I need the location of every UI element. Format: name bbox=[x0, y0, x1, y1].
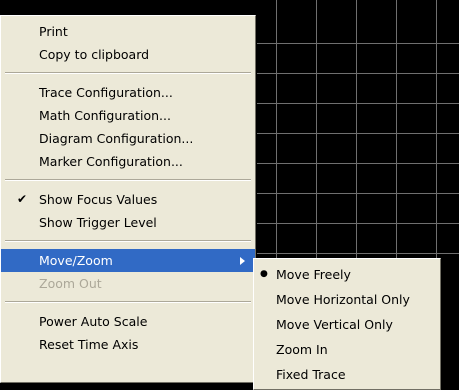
menu-item-label: Diagram Configuration... bbox=[39, 131, 194, 146]
menu-item-label: Show Focus Values bbox=[39, 192, 158, 207]
menu-item-label: Reset Time Axis bbox=[39, 337, 139, 352]
menu-item-label: Copy to clipboard bbox=[39, 47, 150, 62]
submenu-item-move-horizontal-only[interactable]: Move Horizontal Only bbox=[254, 287, 440, 312]
submenu-arrow-icon bbox=[240, 257, 245, 265]
submenu-item-label: Move Vertical Only bbox=[276, 317, 393, 332]
menu-item-math-configuration[interactable]: Math Configuration... bbox=[1, 104, 255, 127]
menu-item-label: Move/Zoom bbox=[39, 253, 113, 268]
menu-item-diagram-configuration[interactable]: Diagram Configuration... bbox=[1, 127, 255, 150]
menu-item-show-trigger-level[interactable]: Show Trigger Level bbox=[1, 211, 255, 234]
submenu-item-label: Move Freely bbox=[276, 267, 351, 282]
submenu-item-label: Fixed Trace bbox=[276, 367, 346, 382]
menu-item-show-focus-values[interactable]: ✔ Show Focus Values bbox=[1, 188, 255, 211]
menu-item-reset-time-axis[interactable]: Reset Time Axis bbox=[1, 333, 255, 356]
menu-item-power-auto-scale[interactable]: Power Auto Scale bbox=[1, 310, 255, 333]
menu-item-label: Power Auto Scale bbox=[39, 314, 148, 329]
menu-item-copy-to-clipboard[interactable]: Copy to clipboard bbox=[1, 43, 255, 66]
menu-item-label: Math Configuration... bbox=[39, 108, 171, 123]
menu-separator bbox=[5, 72, 251, 74]
menu-item-label: Zoom Out bbox=[39, 276, 102, 291]
menu-item-zoom-out: Zoom Out bbox=[1, 272, 255, 295]
move-zoom-submenu: ● Move Freely Move Horizontal Only Move Ver… bbox=[253, 258, 441, 390]
submenu-item-fixed-trace[interactable]: Fixed Trace bbox=[254, 362, 440, 387]
menu-separator bbox=[5, 240, 251, 242]
submenu-item-label: Move Horizontal Only bbox=[276, 292, 410, 307]
submenu-item-move-freely[interactable]: ● Move Freely bbox=[254, 262, 440, 287]
menu-separator bbox=[5, 179, 251, 181]
radio-bullet-icon: ● bbox=[260, 269, 268, 279]
menu-item-label: Marker Configuration... bbox=[39, 154, 183, 169]
menu-item-trace-configuration[interactable]: Trace Configuration... bbox=[1, 81, 255, 104]
menu-item-label: Print bbox=[39, 24, 68, 39]
menu-item-label: Show Trigger Level bbox=[39, 215, 157, 230]
checkmark-icon: ✔ bbox=[17, 192, 28, 206]
menu-item-move-zoom[interactable]: Move/Zoom bbox=[1, 249, 255, 272]
menu-item-label: Trace Configuration... bbox=[39, 85, 173, 100]
menu-item-marker-configuration[interactable]: Marker Configuration... bbox=[1, 150, 255, 173]
menu-separator bbox=[5, 301, 251, 303]
submenu-item-move-vertical-only[interactable]: Move Vertical Only bbox=[254, 312, 440, 337]
submenu-item-label: Zoom In bbox=[276, 342, 328, 357]
menu-item-print[interactable]: Print bbox=[1, 20, 255, 43]
submenu-item-zoom-in[interactable]: Zoom In bbox=[254, 337, 440, 362]
context-menu: Print Copy to clipboard Trace Configuratio… bbox=[0, 15, 256, 383]
